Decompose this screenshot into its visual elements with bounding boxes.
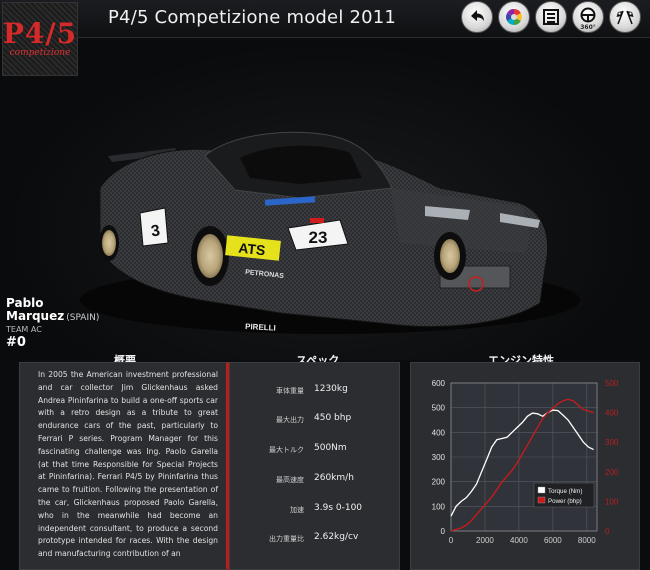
race-button[interactable] [609, 1, 641, 33]
x-tick-label: 2000 [476, 536, 494, 545]
engine-curve-chart: 010020030040050060001002003004005000 2000… [432, 379, 619, 545]
y-right-tick-label: 500 [605, 379, 619, 388]
driver-team: TEAM AC [6, 325, 42, 334]
spec-row-top-speed: 最高速度 260km/h [230, 470, 399, 490]
logo-text: P4/5 [2, 17, 78, 50]
spec-value: 500Nm [314, 443, 347, 453]
spec-value: 3.9s 0-100 [314, 503, 363, 513]
spec-row-acceleration: 加速 3.9s 0-100 [230, 500, 399, 520]
driver-number: #0 [6, 335, 26, 350]
page-title: P4/5 Competizione model 2011 [108, 7, 397, 28]
x-tick-label: 0 [449, 536, 454, 545]
legend-swatch [537, 496, 546, 504]
sponsor-decal: ATS [238, 240, 266, 259]
driver-last-name: Marquez [6, 309, 65, 323]
spec-row-weight: 車体重量 1230kg [230, 381, 399, 401]
spec-row-torque: 最大トルク 500Nm [230, 440, 399, 460]
view-360-button[interactable]: 360° [572, 1, 604, 33]
spec-key: 最大トルク [269, 446, 304, 454]
x-tick-label: 6000 [544, 536, 562, 545]
y-right-tick-label: 0 [605, 527, 610, 536]
garage-button[interactable] [535, 1, 567, 33]
spec-value: 2.62kg/cv [314, 532, 359, 542]
spec-key: 最大出力 [276, 416, 304, 424]
view-360-label: 360° [580, 24, 596, 31]
y-left-tick-label: 100 [432, 502, 446, 511]
spec-value: 1230kg [314, 384, 348, 394]
x-tick-label: 4000 [510, 536, 528, 545]
driver-last-name-row: Marquez (SPAIN) [6, 310, 99, 325]
y-left-tick-label: 500 [432, 404, 446, 413]
y-left-tick-label: 400 [432, 428, 446, 437]
checkered-flags-icon [616, 10, 634, 25]
y-right-tick-label: 100 [605, 497, 619, 506]
y-left-tick-label: 200 [432, 478, 446, 487]
color-button[interactable] [498, 1, 530, 33]
y-right-tick-label: 300 [605, 438, 619, 447]
about-panel[interactable]: In 2005 the American investment professi… [19, 362, 229, 570]
logo-subtext: competizione [9, 48, 71, 58]
spec-value: 260km/h [314, 473, 354, 483]
back-button[interactable] [461, 1, 493, 33]
legend-label: Torque (Nm) [548, 488, 582, 495]
brand-logo: P4/5 competizione [2, 2, 78, 76]
legend-label: Power (bhp) [548, 498, 582, 505]
y-left-tick-label: 300 [432, 453, 446, 462]
spec-key: 最高速度 [276, 476, 304, 484]
sponsor-decal-3: PIRELLI [245, 322, 276, 333]
driver-info: Pablo Marquez (SPAIN) TEAM AC #0 [6, 297, 99, 351]
y-left-tick-label: 0 [441, 527, 446, 536]
garage-icon [543, 9, 559, 25]
x-tick-label: 8000 [578, 536, 596, 545]
spec-row-power: 最大出力 450 bhp [230, 410, 399, 430]
spec-row-power-weight: 出力重量比 2.62kg/cv [230, 529, 399, 549]
spec-value: 450 bhp [314, 413, 352, 423]
y-right-tick-label: 200 [605, 468, 619, 477]
driver-country: (SPAIN) [66, 313, 100, 323]
back-arrow-icon [471, 10, 484, 21]
y-left-tick-label: 600 [432, 379, 446, 388]
race-number: 23 [309, 228, 328, 247]
color-wheel-icon [506, 9, 522, 25]
specs-panel: 車体重量 1230kg 最大出力 450 bhp 最大トルク 500Nm 最高速… [229, 362, 400, 570]
spec-key: 加速 [290, 506, 304, 514]
spec-key: 車体重量 [276, 387, 304, 395]
about-text: In 2005 the American investment professi… [38, 370, 218, 559]
engine-panel: 0 100 200 300 400 500 600 0 100 200 300 400 500 0 2000… [410, 362, 640, 570]
spec-key: 出力重量比 [269, 535, 304, 543]
y-right-tick-label: 400 [605, 409, 619, 418]
legend-swatch [537, 486, 546, 494]
